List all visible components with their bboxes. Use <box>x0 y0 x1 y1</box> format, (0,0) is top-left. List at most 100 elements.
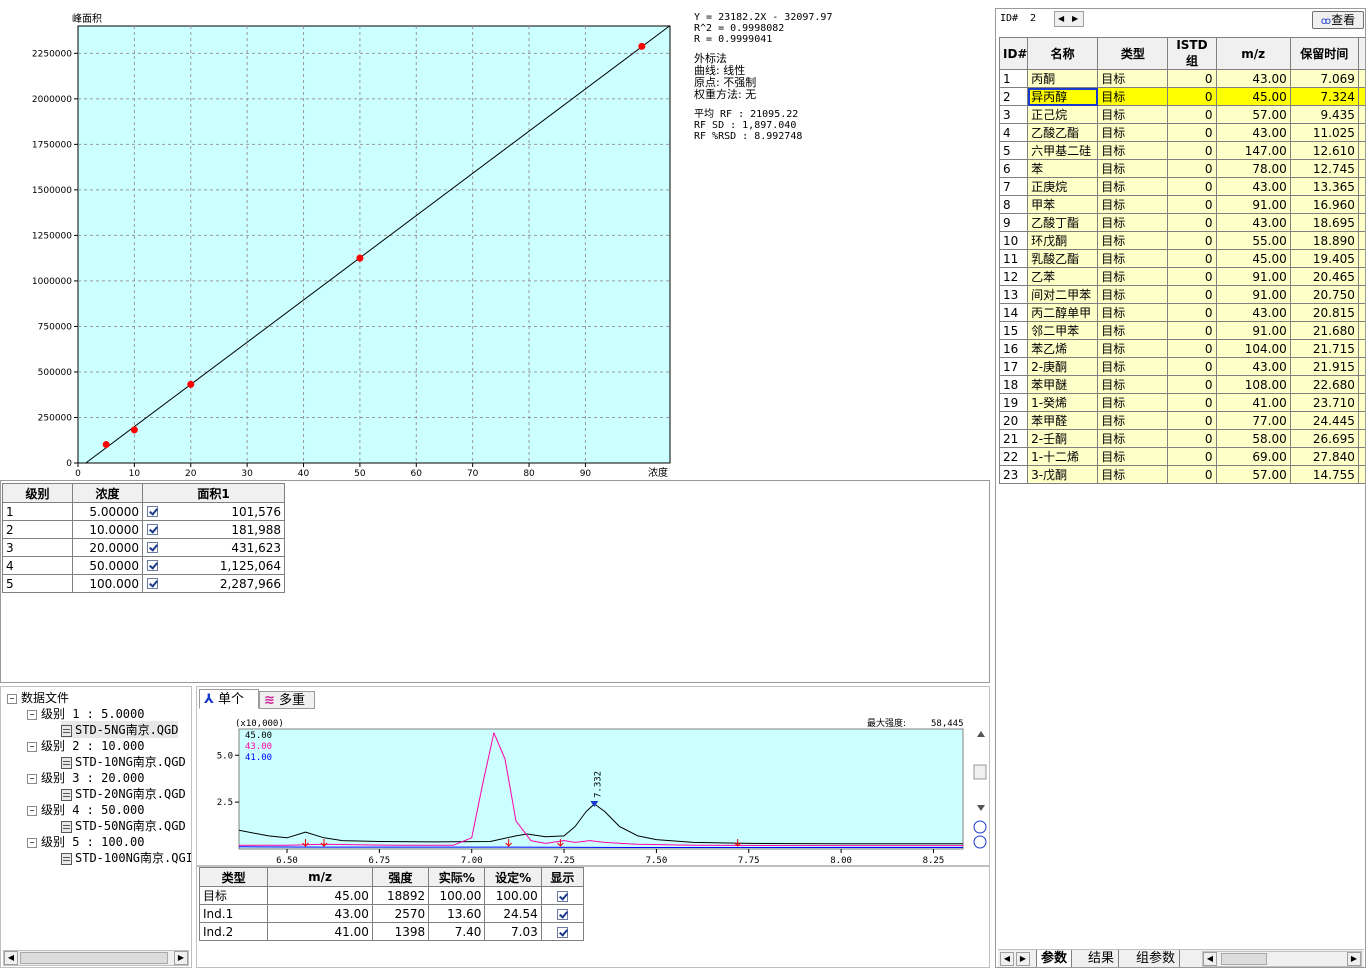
table-row[interactable]: 18 苯甲醚 目标 0 108.00 22.680 <box>998 375 1365 394</box>
level-cell[interactable]: 5 <box>2 574 73 593</box>
table-row[interactable]: 8 甲苯 目标 0 91.00 16.960 <box>998 195 1365 214</box>
collapse-icon[interactable]: − <box>7 693 17 704</box>
tree-file-node[interactable]: STD-10NG南京.QGD <box>61 753 186 770</box>
compound-extra-cell[interactable] <box>1357 303 1365 322</box>
table-row[interactable]: 9 乙酸丁酯 目标 0 43.00 18.695 <box>998 213 1365 232</box>
compound-type-cell[interactable]: 目标 <box>1097 195 1169 214</box>
table-row[interactable]: 14 丙二醇单甲 目标 0 43.00 20.815 <box>998 303 1365 322</box>
table-row[interactable]: Ind.1 43.00 2570 13.60 24.54 <box>198 904 585 923</box>
compound-istd-cell[interactable]: 0 <box>1167 195 1217 214</box>
compound-extra-cell[interactable] <box>1357 159 1365 178</box>
compound-rt-cell[interactable]: 20.815 <box>1289 303 1359 322</box>
show-checkbox[interactable] <box>556 908 568 920</box>
conc-cell[interactable]: 20.0000 <box>72 538 143 557</box>
scroll-down-icon[interactable] <box>977 805 985 811</box>
compound-name-cell[interactable]: 乳酸乙酯 <box>1027 249 1099 268</box>
compound-type-cell[interactable]: 目标 <box>1097 69 1169 88</box>
tab-params[interactable]: 参数 <box>1036 950 1073 967</box>
compound-name-cell[interactable]: 六甲基二硅 <box>1027 141 1099 160</box>
ion-set-cell[interactable]: 24.54 <box>484 904 542 923</box>
compound-mz-cell[interactable]: 91.00 <box>1215 267 1291 286</box>
compound-type-cell[interactable]: 目标 <box>1097 123 1169 142</box>
levels-header-conc[interactable]: 浓度 <box>72 483 143 503</box>
table-row[interactable]: 22 1-十二烯 目标 0 69.00 27.840 <box>998 447 1365 466</box>
compound-rt-cell[interactable]: 27.840 <box>1289 447 1359 466</box>
tab-scroll-left-icon[interactable]: ◀ <box>1000 952 1014 966</box>
compound-name-cell[interactable]: 环戊酮 <box>1027 231 1099 250</box>
compound-id-cell[interactable]: 6 <box>998 159 1029 178</box>
level-cell[interactable]: 4 <box>2 556 73 575</box>
compound-header-rt[interactable]: 保留时间 <box>1289 37 1359 70</box>
compound-name-cell[interactable]: 丙二醇单甲 <box>1027 303 1099 322</box>
table-row[interactable]: 11 乳酸乙酯 目标 0 45.00 19.405 <box>998 249 1365 268</box>
area-cell[interactable]: 101,576 <box>142 502 285 521</box>
compound-rt-cell[interactable]: 21.915 <box>1289 357 1359 376</box>
scroll-thumb[interactable] <box>973 764 987 780</box>
compound-istd-cell[interactable]: 0 <box>1167 375 1217 394</box>
conc-cell[interactable]: 10.0000 <box>72 520 143 539</box>
compound-header-mz[interactable]: m/z <box>1215 37 1291 70</box>
compound-extra-cell[interactable] <box>1357 123 1365 142</box>
compound-type-cell[interactable]: 目标 <box>1097 285 1169 304</box>
table-row[interactable]: 13 间对二甲苯 目标 0 91.00 20.750 <box>998 285 1365 304</box>
compound-extra-cell[interactable] <box>1357 87 1365 106</box>
compound-name-cell[interactable]: 苯甲醚 <box>1027 375 1099 394</box>
tab-single[interactable]: ⅄ 单个 <box>199 689 259 709</box>
table-row[interactable]: 7 正庚烷 目标 0 43.00 13.365 <box>998 177 1365 196</box>
compound-extra-cell[interactable] <box>1357 141 1365 160</box>
compound-extra-cell[interactable] <box>1357 105 1365 124</box>
compound-mz-cell[interactable]: 43.00 <box>1215 69 1291 88</box>
compound-name-cell[interactable]: 乙苯 <box>1027 267 1099 286</box>
compound-extra-cell[interactable] <box>1357 429 1365 448</box>
zoom-in-icon[interactable] <box>973 820 987 834</box>
compound-mz-cell[interactable]: 104.00 <box>1215 339 1291 358</box>
table-row[interactable]: 1 丙酮 目标 0 43.00 7.069 <box>998 69 1365 88</box>
tree-level-node[interactable]: − 级别 5 : 100.00 <box>27 833 144 850</box>
next-id-icon[interactable]: ▶ <box>1072 12 1078 26</box>
ion-set-cell[interactable]: 7.03 <box>484 922 542 941</box>
conc-cell[interactable]: 5.00000 <box>72 502 143 521</box>
compound-type-cell[interactable]: 目标 <box>1097 249 1169 268</box>
conc-cell[interactable]: 100.000 <box>72 574 143 593</box>
scroll-right-icon[interactable]: ▶ <box>174 951 188 965</box>
compound-extra-cell[interactable] <box>1357 177 1365 196</box>
tab-results[interactable]: 结果 <box>1084 950 1120 967</box>
compound-name-cell[interactable]: 2-庚酮 <box>1027 357 1099 376</box>
table-row[interactable]: 5 六甲基二硅 目标 0 147.00 12.610 <box>998 141 1365 160</box>
level-cell[interactable]: 1 <box>2 502 73 521</box>
table-row[interactable]: 3 正己烷 目标 0 57.00 9.435 <box>998 105 1365 124</box>
compound-rt-cell[interactable]: 21.715 <box>1289 339 1359 358</box>
compound-id-cell[interactable]: 20 <box>998 411 1029 430</box>
ion-intensity-cell[interactable]: 1398 <box>371 922 430 941</box>
compound-type-cell[interactable]: 目标 <box>1097 411 1169 430</box>
hscroll-left-icon[interactable]: ◀ <box>1203 952 1217 966</box>
ion-show-cell[interactable] <box>540 904 585 923</box>
compound-extra-cell[interactable] <box>1357 411 1365 430</box>
compound-type-cell[interactable]: 目标 <box>1097 357 1169 376</box>
compound-mz-cell[interactable]: 69.00 <box>1215 447 1291 466</box>
collapse-icon[interactable]: − <box>27 709 37 720</box>
compound-rt-cell[interactable]: 11.025 <box>1289 123 1359 142</box>
compound-type-cell[interactable]: 目标 <box>1097 303 1169 322</box>
compound-mz-cell[interactable]: 45.00 <box>1215 87 1291 106</box>
compound-type-cell[interactable]: 目标 <box>1097 267 1169 286</box>
table-row[interactable]: 1 5.00000 101,576 <box>2 502 285 521</box>
compound-rt-cell[interactable]: 20.750 <box>1289 285 1359 304</box>
table-row[interactable]: 10 环戊酮 目标 0 55.00 18.890 <box>998 231 1365 250</box>
table-row[interactable]: 3 20.0000 431,623 <box>2 538 285 557</box>
compound-id-cell[interactable]: 7 <box>998 177 1029 196</box>
compound-id-cell[interactable]: 16 <box>998 339 1029 358</box>
compound-type-cell[interactable]: 目标 <box>1097 429 1169 448</box>
compound-type-cell[interactable]: 目标 <box>1097 159 1169 178</box>
compound-extra-cell[interactable] <box>1357 321 1365 340</box>
ion-actual-cell[interactable]: 100.00 <box>428 886 486 905</box>
compound-name-cell[interactable]: 正己烷 <box>1027 105 1099 124</box>
table-row[interactable]: 2 10.0000 181,988 <box>2 520 285 539</box>
compound-name-cell[interactable]: 1-癸烯 <box>1027 393 1099 412</box>
compound-extra-cell[interactable] <box>1357 213 1365 232</box>
compound-istd-cell[interactable]: 0 <box>1167 231 1217 250</box>
compound-type-cell[interactable]: 目标 <box>1097 177 1169 196</box>
table-row[interactable]: 4 乙酸乙酯 目标 0 43.00 11.025 <box>998 123 1365 142</box>
compound-type-cell[interactable]: 目标 <box>1097 213 1169 232</box>
compound-id-cell[interactable]: 2 <box>998 87 1029 106</box>
